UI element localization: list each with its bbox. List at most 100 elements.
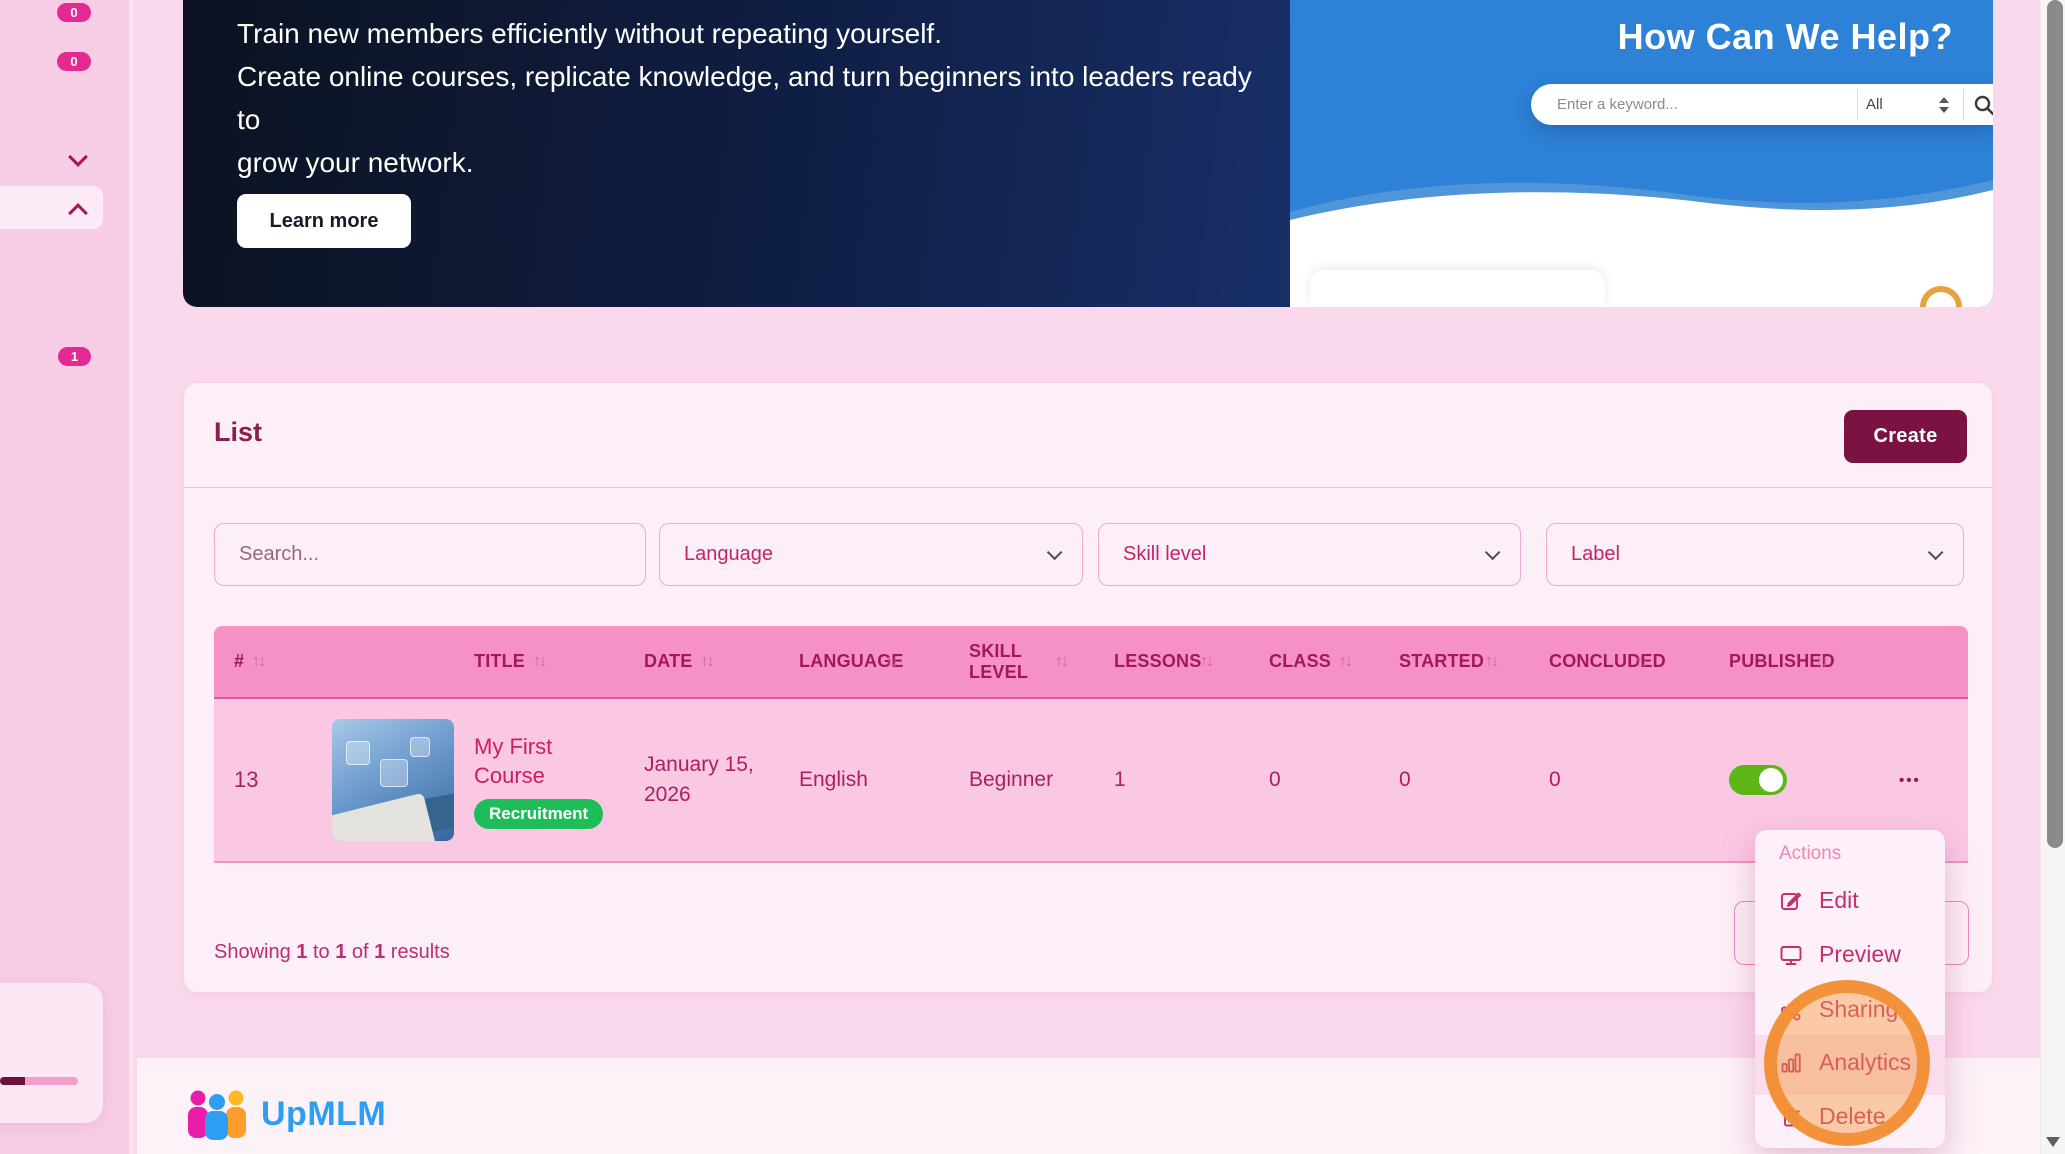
actions-menu: Actions Edit Preview Sharing Analytics D… [1755,830,1945,1148]
thumbnail-art [332,792,438,841]
column-header-id[interactable]: # ↑↓ [214,626,314,697]
sort-icon: ↑↓ [1055,652,1069,670]
column-header-skill-level[interactable]: SKILL LEVEL ↑↓ [951,626,1096,697]
menu-item-analytics[interactable]: Analytics [1779,1049,1911,1076]
scrollbar-down-arrow[interactable] [2046,1137,2060,1147]
table-header-row: # ↑↓ TITLE ↑↓ DATE ↑↓ LANGUAGE ↑↓ SKILL LEVE… [214,626,1968,699]
skill-level-select[interactable]: Skill level [1098,523,1521,586]
help-search-bar: Enter a keyword... All [1531,84,1993,125]
sidebar-badge[interactable]: 0 [57,3,91,22]
promo-banner-text-panel: Train new members efficiently without re… [183,0,1290,307]
cell-class: 0 [1269,768,1281,791]
promo-line-3: grow your network. [237,147,474,178]
cell-started: 0 [1399,768,1411,791]
label-select[interactable]: Label [1546,523,1964,586]
thumbnail-art [410,737,430,757]
column-header-actions [1881,626,1938,697]
sort-icon: ↑↓ [533,652,547,670]
sidebar-badge[interactable]: 1 [58,347,91,366]
cell-date: January 15, 2026 [644,753,754,806]
delete-icon [1782,1107,1800,1126]
column-header-image [314,626,456,697]
analytics-icon [1781,1053,1801,1072]
course-thumbnail[interactable] [332,719,454,841]
list-card: List Create Language Skill level Label #… [183,382,1993,993]
sort-icon: ↑↓ [1339,652,1353,670]
menu-item-preview[interactable]: Preview [1779,941,1901,968]
column-header-started[interactable]: STARTED ↑↓ [1381,626,1531,697]
sharing-icon [1780,998,1801,1021]
sidebar-item-active[interactable] [0,186,103,229]
help-search-placeholder: Enter a keyword... [1557,96,1678,113]
menu-item-label: Analytics [1819,1049,1912,1075]
divider [184,487,1992,488]
create-button[interactable]: Create [1844,410,1967,463]
course-label-badge: Recruitment [474,798,604,829]
column-header-title[interactable]: TITLE ↑↓ [456,626,626,697]
cell-id: 13 [234,767,259,792]
menu-item-label: Delete [1819,1103,1886,1129]
cell-language: English [799,768,868,791]
progress-bar-fill [0,1077,25,1085]
search-input[interactable] [214,523,646,586]
sort-icon: ↑↓ [1485,652,1499,670]
chevron-down-icon [1927,544,1944,561]
menu-item-label: Edit [1819,887,1859,913]
search-icon [1974,95,1993,116]
chevron-down-icon [1046,544,1063,561]
preview-icon [1780,945,1802,965]
sort-icon: ↑↓ [700,652,714,670]
divider [1963,89,1964,120]
course-title-link[interactable]: My First Course [474,732,599,790]
help-filter-value: All [1866,96,1883,113]
column-header-language[interactable]: LANGUAGE ↑↓ [781,626,951,697]
courses-table: # ↑↓ TITLE ↑↓ DATE ↑↓ LANGUAGE ↑↓ SKILL LEVE… [214,626,1968,863]
results-summary: Showing 1 to 1 of 1 results [214,941,450,963]
promo-banner: Train new members efficiently without re… [183,0,1993,307]
column-header-lessons[interactable]: LESSONS ↑↓ [1096,626,1251,697]
table-row: 13 My First Course Recruitment January 1… [214,699,1968,863]
thumbnail-art [346,741,370,765]
select-updown-icon [1939,97,1949,113]
sort-icon: ↑↓ [885,652,899,670]
column-header-concluded[interactable]: CONCLUDED ↑↓ [1531,626,1711,697]
cell-image [314,699,456,861]
help-center-image: How Can We Help? Enter a keyword... All [1290,0,1993,307]
menu-item-sharing[interactable]: Sharing [1779,996,1898,1023]
row-actions-button[interactable]: ••• [1899,772,1921,789]
cell-skill-level: Beginner [969,768,1054,791]
column-header-class[interactable]: CLASS ↑↓ [1251,626,1381,697]
language-select[interactable]: Language [659,523,1083,586]
chevron-down-icon [1484,544,1501,561]
label-select-label: Label [1571,543,1620,565]
promo-line-2: Create online courses, replicate knowled… [237,61,1252,135]
sort-icon: ↑↓ [1815,652,1829,670]
cell-title: My First Course Recruitment [456,699,626,861]
sidebar: 0 0 1 [0,0,133,1154]
column-header-published[interactable]: PUBLISHED ↑↓ [1711,626,1881,697]
promo-copy: Train new members efficiently without re… [237,12,1267,184]
edit-icon [1781,892,1802,910]
cell-lessons: 1 [1114,768,1126,791]
sort-icon: ↑↓ [252,652,266,670]
brand-logo: UpMLM [185,1088,386,1140]
menu-item-edit[interactable]: Edit [1779,887,1859,914]
column-header-date[interactable]: DATE ↑↓ [626,626,781,697]
help-image-card [1310,270,1605,307]
learn-more-button[interactable]: Learn more [237,194,411,248]
wave-decoration [1290,180,1993,250]
thumbnail-art [380,759,408,787]
menu-item-delete[interactable]: Delete [1779,1103,1885,1130]
published-toggle[interactable] [1729,765,1787,795]
chevron-down-icon[interactable] [68,147,88,167]
sort-icon: ↑↓ [1635,652,1649,670]
scrollbar-thumb[interactable] [2047,0,2063,848]
page-title: List [214,417,263,447]
page: 0 0 1 Train new members efficiently with… [0,0,2065,1154]
help-center-title: How Can We Help? [1617,16,1953,57]
sidebar-badge[interactable]: 0 [57,52,91,71]
menu-item-label: Sharing [1819,996,1899,1022]
brand-name: UpMLM [261,1094,387,1133]
language-select-label: Language [684,543,773,565]
menu-item-label: Preview [1819,941,1901,967]
